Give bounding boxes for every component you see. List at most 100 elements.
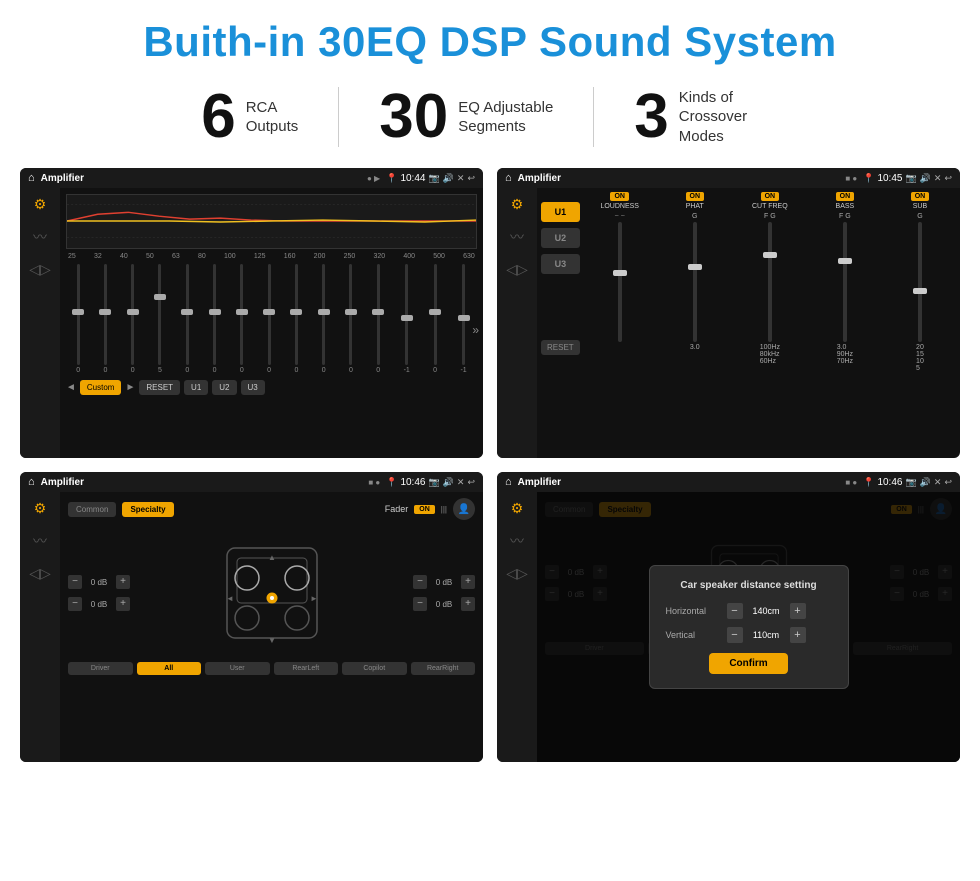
eq-slider-2[interactable]: 0 [103, 264, 107, 374]
back-icon-2[interactable]: ↩ [944, 173, 952, 184]
common-tab[interactable]: Common [68, 502, 116, 517]
eq-reset-btn[interactable]: RESET [139, 380, 180, 395]
speaker-icon-3[interactable]: ◁▷ [29, 565, 51, 582]
eq-main: 25 32 40 50 63 80 100 125 160 200 250 32… [60, 188, 483, 458]
cam-icon-1: 📷 [428, 173, 439, 184]
prev-icon[interactable]: ◄ [66, 382, 76, 393]
dot-indicator-2: ■ ● [845, 174, 857, 183]
eq-slider-13[interactable]: -1 [404, 264, 410, 374]
home-icon-4[interactable]: ⌂ [505, 476, 512, 488]
eq-slider-12[interactable]: 0 [376, 264, 380, 374]
eq-slider-8[interactable]: 0 [267, 264, 271, 374]
eq-slider-1[interactable]: 0 [76, 264, 80, 374]
eq-custom-btn[interactable]: Custom [80, 380, 122, 395]
eq-slider-6[interactable]: 0 [213, 264, 217, 374]
bass-slider[interactable] [843, 222, 847, 342]
lf-plus[interactable]: + [116, 575, 130, 589]
sub-col: ON SUB G 2015105 [884, 192, 956, 454]
reset-btn-cross[interactable]: RESET [541, 340, 580, 355]
screen2-content: ⚙ 〰 ◁▷ U1 U2 U3 RESET ON LOUDNESS [497, 188, 960, 458]
driver-btn[interactable]: Driver [68, 662, 133, 675]
copilot-btn[interactable]: Copilot [342, 662, 407, 675]
eq-icon-3[interactable]: ⚙ [34, 500, 47, 517]
vertical-value: 110cm [749, 630, 784, 640]
wave-icon-2[interactable]: 〰 [510, 227, 524, 247]
lf-val: 0 dB [85, 578, 113, 587]
eq-icon-1[interactable]: ⚙ [34, 196, 47, 213]
profile-icon-3[interactable]: 👤 [453, 498, 475, 520]
speaker-icon-4[interactable]: ◁▷ [506, 565, 528, 582]
rf-plus[interactable]: + [461, 575, 475, 589]
lr-minus[interactable]: − [68, 597, 82, 611]
home-icon-1[interactable]: ⌂ [28, 172, 35, 184]
vertical-minus[interactable]: − [727, 627, 743, 643]
eq-icon-2[interactable]: ⚙ [511, 196, 524, 213]
all-btn[interactable]: All [137, 662, 202, 675]
svg-text:▲: ▲ [268, 553, 276, 562]
home-icon-2[interactable]: ⌂ [505, 172, 512, 184]
speaker-icon-1[interactable]: ◁▷ [29, 261, 51, 278]
rf-minus[interactable]: − [413, 575, 427, 589]
speaker-icon-2[interactable]: ◁▷ [506, 261, 528, 278]
time-2: 10:45 [877, 173, 902, 184]
status-icons-2: 📍 10:45 📷 🔊 ✕ ↩ [863, 173, 952, 184]
eq-u1-btn[interactable]: U1 [184, 380, 208, 395]
eq-slider-10[interactable]: 0 [322, 264, 326, 374]
stat-number-eq: 30 [379, 86, 448, 148]
back-icon-1[interactable]: ↩ [467, 173, 475, 184]
back-icon-3[interactable]: ↩ [467, 477, 475, 488]
horizontal-plus[interactable]: + [790, 603, 806, 619]
u2-btn[interactable]: U2 [541, 228, 580, 248]
stat-number-rca: 6 [201, 86, 235, 148]
loudness-on[interactable]: ON [610, 192, 629, 201]
eq-slider-9[interactable]: 0 [294, 264, 298, 374]
rearleft-btn[interactable]: RearLeft [274, 662, 339, 675]
eq-bottom-bar: ◄ Custom ► RESET U1 U2 U3 [66, 380, 477, 395]
u1-btn[interactable]: U1 [541, 202, 580, 222]
bass-on[interactable]: ON [836, 192, 855, 201]
eq-slider-14[interactable]: 0 [433, 264, 437, 374]
screen-distance: ⌂ Amplifier ■ ● 📍 10:46 📷 🔊 ✕ ↩ ⚙ 〰 ◁▷ [497, 472, 960, 762]
u3-btn[interactable]: U3 [541, 254, 580, 274]
eq-slider-7[interactable]: 0 [240, 264, 244, 374]
x-icon-2: ✕ [934, 173, 942, 184]
wave-icon-1[interactable]: 〰 [33, 227, 47, 247]
expand-icon-1[interactable]: » [472, 323, 479, 337]
rr-plus[interactable]: + [461, 597, 475, 611]
rearright-btn[interactable]: RearRight [411, 662, 476, 675]
wave-icon-3[interactable]: 〰 [33, 531, 47, 551]
sub-slider[interactable] [918, 222, 922, 342]
fader-on[interactable]: ON [414, 505, 435, 514]
confirm-button[interactable]: Confirm [709, 653, 787, 674]
eq-icon-4[interactable]: ⚙ [511, 500, 524, 517]
cutfreq-on[interactable]: ON [761, 192, 780, 201]
cutfreq-slider[interactable] [768, 222, 772, 342]
horizontal-minus[interactable]: − [727, 603, 743, 619]
back-icon-4[interactable]: ↩ [944, 477, 952, 488]
eq-u2-btn[interactable]: U2 [212, 380, 236, 395]
eq-slider-4[interactable]: 5 [158, 264, 162, 374]
lr-plus[interactable]: + [116, 597, 130, 611]
lf-minus[interactable]: − [68, 575, 82, 589]
dot-indicator-3: ■ ● [368, 478, 380, 487]
eq-slider-3[interactable]: 0 [131, 264, 135, 374]
next-icon[interactable]: ► [125, 382, 135, 393]
sub-on[interactable]: ON [911, 192, 930, 201]
fader-label: Fader [385, 504, 409, 514]
eq-slider-5[interactable]: 0 [185, 264, 189, 374]
eq-slider-11[interactable]: 0 [349, 264, 353, 374]
specialty-tab[interactable]: Specialty [122, 502, 173, 517]
phat-on[interactable]: ON [686, 192, 705, 201]
home-icon-3[interactable]: ⌂ [28, 476, 35, 488]
eq-slider-15[interactable]: -1 [460, 264, 466, 374]
rr-minus[interactable]: − [413, 597, 427, 611]
eq-u3-btn[interactable]: U3 [241, 380, 265, 395]
phat-slider[interactable] [693, 222, 697, 342]
lr-val: 0 dB [85, 600, 113, 609]
rf-val: 0 dB [430, 578, 458, 587]
loudness-slider[interactable] [618, 222, 622, 342]
wave-icon-4[interactable]: 〰 [510, 531, 524, 551]
user-btn[interactable]: User [205, 662, 270, 675]
vertical-plus[interactable]: + [790, 627, 806, 643]
stat-label-rca: RCAOutputs [246, 98, 299, 137]
